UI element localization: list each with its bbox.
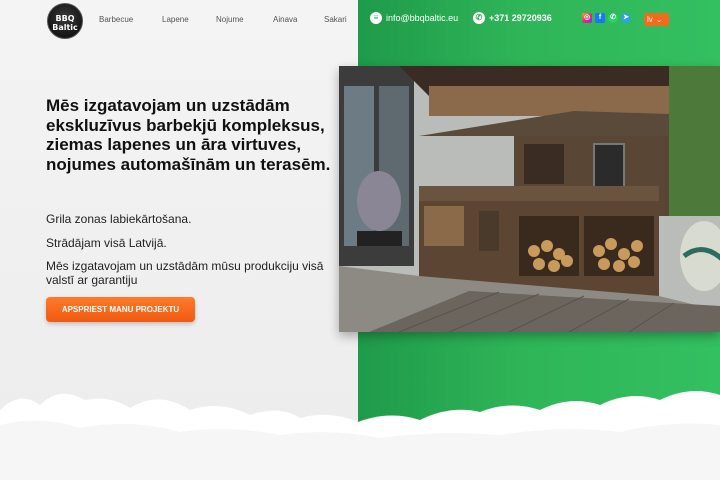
instagram-icon[interactable]: ◎ <box>582 13 592 23</box>
nav-item-ainava[interactable]: Ainava <box>273 15 297 24</box>
email-text: info@bbqbaltic.eu <box>386 13 459 23</box>
language-selector[interactable]: lv ⌄ <box>644 13 669 26</box>
cloud-decoration <box>0 380 720 480</box>
email-link[interactable]: ≡ info@bbqbaltic.eu <box>370 12 458 24</box>
hero-headline: Mēs izgatavojam un uzstādām ekskluzīvus … <box>46 96 331 174</box>
nav-item-nojume[interactable]: Nojume <box>216 15 244 24</box>
logo[interactable]: BBQ Baltic <box>47 3 83 39</box>
whatsapp-icon[interactable]: ✆ <box>608 13 618 23</box>
nav-item-lapene[interactable]: Lapene <box>162 15 189 24</box>
language-label: lv <box>647 15 653 24</box>
site-header: BBQ Baltic Barbecue Lapene Nojume Ainava… <box>0 0 720 40</box>
chevron-down-icon: ⌄ <box>655 15 663 24</box>
social-links: ◎ f ✆ ➤ <box>582 13 631 23</box>
nav-item-sakari[interactable]: Sakari <box>324 15 347 24</box>
logo-line1: BBQ <box>55 14 75 23</box>
email-icon: ≡ <box>370 12 382 24</box>
nav-item-barbecue[interactable]: Barbecue <box>99 15 133 24</box>
hero-line-3: Mēs izgatavojam un uzstādām mūsu produkc… <box>46 259 324 287</box>
phone-icon: ✆ <box>473 12 485 24</box>
phone-link[interactable]: ✆ +371 29720936 <box>473 12 552 24</box>
hero-photo <box>339 66 720 332</box>
telegram-icon[interactable]: ➤ <box>621 13 631 23</box>
facebook-icon[interactable]: f <box>595 13 605 23</box>
hero-line-1: Grila zonas labiekārtošana. <box>46 212 192 226</box>
hero-line-2: Strādājam visā Latvijā. <box>46 236 167 250</box>
discuss-project-button[interactable]: APSPRIEST MANU PROJEKTU <box>46 297 195 322</box>
logo-line2: Baltic <box>52 23 78 32</box>
phone-text: +371 29720936 <box>489 13 552 23</box>
